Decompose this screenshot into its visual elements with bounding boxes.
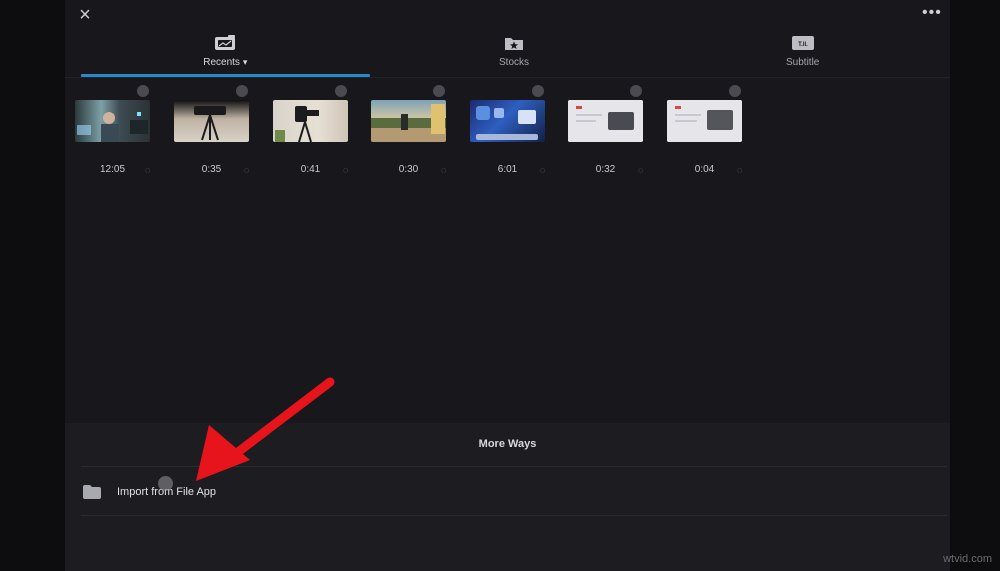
red-arrow-annotation: [196, 377, 335, 481]
watermark: wtvid.com: [943, 553, 992, 565]
